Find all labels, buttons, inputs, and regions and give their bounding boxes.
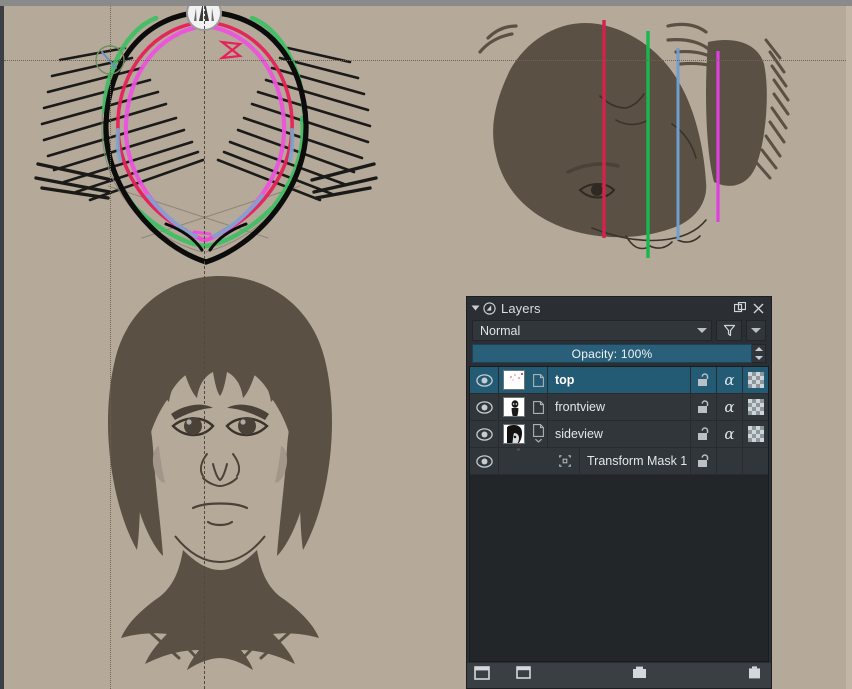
spinner-up-icon[interactable]: [752, 345, 765, 354]
checkerboard-icon[interactable]: [742, 394, 768, 420]
close-icon[interactable]: [749, 299, 767, 317]
layer-name: Transform Mask 1: [587, 454, 687, 468]
eye-icon[interactable]: [470, 367, 499, 393]
layer-name-cell[interactable]: top: [548, 367, 690, 393]
filter-dropdown-button[interactable]: [746, 320, 766, 341]
chevron-down-icon: [697, 328, 707, 333]
layer-name: frontview: [555, 400, 605, 414]
duplicate-layer-icon[interactable]: [515, 666, 535, 684]
eye-icon[interactable]: [470, 394, 499, 420]
open-padlock-icon[interactable]: [690, 394, 716, 420]
trash-icon[interactable]: [745, 666, 765, 684]
table-row[interactable]: Transform Mask 1: [470, 448, 768, 475]
alpha-glyph-icon[interactable]: α: [716, 367, 742, 393]
blend-mode-row: Normal: [467, 319, 771, 342]
layer-name-cell[interactable]: frontview: [548, 394, 690, 420]
layer-name: sideview: [555, 427, 603, 441]
opacity-value: Opacity: 100%: [572, 347, 653, 361]
layers-bottom-toolbar: [467, 662, 771, 688]
opacity-spinner[interactable]: [752, 344, 766, 363]
open-padlock-icon[interactable]: [690, 367, 716, 393]
page-curl-icon[interactable]: [529, 367, 548, 393]
vertical-guide-left-overlay: [110, 6, 111, 689]
opacity-row: Opacity: 100%: [472, 344, 766, 363]
alpha-glyph-icon[interactable]: α: [716, 394, 742, 420]
properties-icon[interactable]: [630, 666, 650, 684]
eye-icon[interactable]: [470, 448, 499, 474]
krita-window: Layers Normal: [0, 0, 852, 689]
side-view-head-study: [440, 0, 820, 262]
blend-mode-value: Normal: [480, 324, 697, 338]
layer-name: top: [555, 373, 574, 387]
alpha-cell-empty: [716, 448, 742, 474]
float-window-icon[interactable]: [731, 299, 749, 317]
top-view-skull-study: [30, 0, 380, 275]
canvas-right-edge: [846, 6, 852, 689]
front-view-portrait: [75, 268, 365, 673]
docker-titlebar: Layers: [467, 297, 771, 319]
layer-thumbnail[interactable]: [499, 394, 529, 420]
canvas-top-edge: [0, 0, 852, 6]
table-row[interactable]: frontview α: [470, 394, 768, 421]
eye-icon[interactable]: [470, 421, 499, 447]
mask-indent: [499, 448, 551, 474]
vertical-guide-center-overlay: [204, 6, 205, 689]
docker-title: Layers: [501, 301, 541, 316]
canvas-left-edge: [0, 6, 4, 689]
open-padlock-icon[interactable]: [690, 448, 716, 474]
chevron-down-icon-filter: [751, 328, 761, 333]
funnel-filter-icon[interactable]: [716, 320, 742, 341]
open-padlock-icon[interactable]: [690, 421, 716, 447]
page-curl-icon[interactable]: [529, 394, 548, 420]
layers-docker: Layers Normal: [466, 296, 772, 689]
table-row[interactable]: sideview α: [470, 421, 768, 448]
layer-thumbnail[interactable]: [499, 421, 529, 447]
alpha-glyph-icon[interactable]: α: [716, 421, 742, 447]
checkerboard-icon[interactable]: [742, 367, 768, 393]
blend-mode-combobox[interactable]: Normal: [472, 320, 712, 341]
inherit-cell-empty: [742, 448, 768, 474]
layer-thumbnail[interactable]: [499, 367, 529, 393]
transform-mask-icon[interactable]: [551, 448, 580, 474]
layer-name-cell[interactable]: sideview: [548, 421, 690, 447]
layer-list[interactable]: top α: [469, 366, 769, 662]
page-curl-icon[interactable]: [529, 421, 548, 447]
opacity-slider[interactable]: Opacity: 100%: [472, 344, 752, 363]
layers-icon: [483, 302, 496, 315]
table-row[interactable]: top α: [470, 367, 768, 394]
collapse-triangle-icon[interactable]: [472, 306, 480, 311]
layer-name-cell[interactable]: Transform Mask 1: [580, 448, 690, 474]
checkerboard-icon[interactable]: [742, 421, 768, 447]
new-layer-icon[interactable]: [473, 666, 493, 684]
spinner-down-icon[interactable]: [752, 354, 765, 363]
horizontal-guide-overlay: [4, 60, 852, 61]
